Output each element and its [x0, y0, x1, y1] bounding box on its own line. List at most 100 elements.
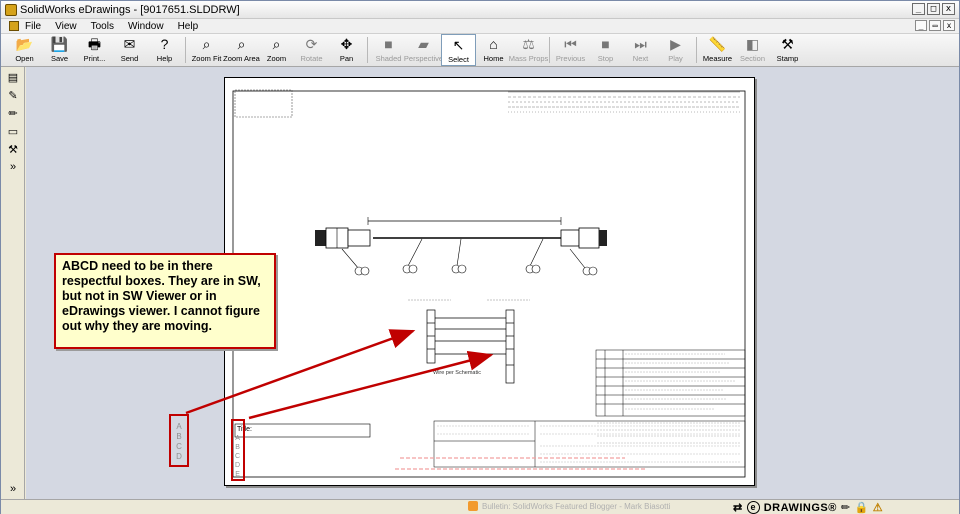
toolbar-separator [185, 37, 186, 63]
main-toolbar: 📂 Open 💾 Save 🖶 Print... ✉ Send? Help ⌕ Zoom Fit ⌕ Z… [1, 34, 959, 67]
save-icon: 💾 [50, 36, 69, 52]
sheets-icon[interactable]: ▤ [5, 70, 21, 84]
measure-icon[interactable]: ▭ [5, 124, 21, 138]
play-button[interactable]: ▶ Play [658, 34, 693, 66]
toolbar-label: Send [120, 54, 139, 63]
close-button[interactable]: x [942, 3, 955, 15]
toolbar-label: Play [668, 54, 683, 63]
doc-restore-button[interactable]: ▭ [929, 20, 941, 31]
toolbar-label: Stop [597, 54, 614, 63]
doc-close-button[interactable]: x [943, 20, 955, 31]
markup-icon[interactable]: ✎ [5, 88, 21, 102]
shaded-icon: ■ [384, 36, 393, 52]
measure-button[interactable]: 📏 Measure [700, 34, 735, 66]
toolbar-label: Shaded [375, 54, 402, 63]
pan-button[interactable]: ✥ Pan [329, 34, 364, 66]
toolbar-label: Section [739, 54, 766, 63]
letter-c: C [176, 442, 182, 451]
solidworks-logo-icon [5, 3, 17, 16]
mass-props-button[interactable]: ⚖ Mass Props [508, 34, 549, 66]
stamp-icon: ⚒ [781, 36, 794, 52]
menu-window[interactable]: Window [128, 21, 164, 32]
bulletin-text: Bulletin: SolidWorks Featured Blogger - … [482, 501, 671, 511]
printer-icon: 🖶 [87, 36, 102, 52]
pan-icon: ✥ [340, 36, 353, 52]
maximize-button[interactable]: □ [927, 3, 940, 15]
pencil-icon[interactable]: ✏ [5, 106, 21, 120]
section-icon: ◧ [745, 36, 760, 52]
toolbar-label: Zoom Fit [191, 54, 222, 63]
letter-a: A [176, 422, 182, 431]
home-button[interactable]: ⌂ Home [476, 34, 511, 66]
toolbar-label: Print... [83, 54, 106, 63]
open-folder-icon: 📂 [15, 36, 34, 52]
toolbar-label: Zoom Area [223, 54, 260, 63]
save-button[interactable]: 💾 Save [42, 34, 77, 66]
stop-icon: ■ [601, 36, 610, 52]
select-button[interactable]: ↖ Select [441, 34, 476, 66]
toolbar-label: Select [448, 55, 469, 64]
play-icon: ▶ [670, 36, 681, 52]
bulletin[interactable]: Bulletin: SolidWorks Featured Blogger - … [468, 501, 670, 511]
letter-d: D [176, 452, 182, 461]
zoom-button[interactable]: ⌕ Zoom [259, 34, 294, 66]
drawing-sheet[interactable]: Title: Wire per Schematic A B C D E [224, 77, 755, 486]
toolbar-label: Stamp [776, 54, 799, 63]
toolbar-label: Home [483, 54, 504, 63]
toolbar-label: Previous [555, 54, 586, 63]
brand-text: DRAWINGS® [763, 501, 837, 514]
toolbar-label: Next [632, 54, 649, 63]
window-title: SolidWorks eDrawings - [9017651.SLDDRW] [20, 3, 240, 16]
zoom-fit-icon: ⌕ [202, 36, 211, 52]
left-toolbar: ▤ ✎ ✏ ▭ ⚒ » » [1, 67, 25, 499]
send-mail-icon: ✉ [123, 36, 136, 52]
document-icon[interactable] [9, 21, 19, 31]
toolbar-label: Save [50, 54, 69, 63]
next-button[interactable]: ⏭ Next [623, 34, 658, 66]
shaded-button[interactable]: ■ Shaded [371, 34, 406, 66]
edrawings-brand: ⇄ e DRAWINGS® ✏ 🔒 ⚠ [733, 501, 883, 514]
previous-button[interactable]: ⏮ Previous [553, 34, 588, 66]
sheet-drawing [232, 89, 746, 478]
lock-icon[interactable]: 🔒 [855, 501, 869, 514]
pencil-icon[interactable]: ✏ [841, 501, 851, 514]
toolbar-label: Mass Props [508, 54, 549, 63]
print-button[interactable]: 🖶 Print... [77, 34, 112, 66]
select-arrow-icon: ↖ [452, 37, 465, 53]
status-bar: Bulletin: SolidWorks Featured Blogger - … [1, 499, 959, 514]
rss-feed-icon [468, 501, 478, 511]
toolbar-label: Help [156, 54, 173, 63]
send-button[interactable]: ✉ Send [112, 34, 147, 66]
toolbar-separator [696, 37, 697, 63]
stop-button[interactable]: ■ Stop [588, 34, 623, 66]
rotate-button[interactable]: ⟳ Rotate [294, 34, 329, 66]
stamp-icon[interactable]: ⚒ [5, 142, 21, 156]
menu-file[interactable]: File [25, 21, 41, 32]
doc-minimize-button[interactable]: _ [915, 20, 927, 31]
section-button[interactable]: ◧ Section [735, 34, 770, 66]
help-button[interactable]: ? Help [147, 34, 182, 66]
perspective-button[interactable]: ▰ Perspective [404, 34, 443, 66]
menu-view[interactable]: View [55, 21, 77, 32]
menu-help[interactable]: Help [178, 21, 199, 32]
warning-icon[interactable]: ⚠ [873, 501, 883, 514]
toolbar-label: Measure [702, 54, 733, 63]
expand-bottom-chevron-icon[interactable]: » [5, 482, 21, 496]
mass-props-icon: ⚖ [522, 36, 535, 52]
stamp-button[interactable]: ⚒ Stamp [770, 34, 805, 66]
zoom-icon: ⌕ [272, 36, 281, 52]
open-button[interactable]: 📂 Open [7, 34, 42, 66]
expand-chevron-icon[interactable]: » [5, 160, 21, 174]
menu-tools[interactable]: Tools [91, 21, 114, 32]
document-window-controls: _ ▭ x [915, 20, 955, 31]
edrawings-window: SolidWorks eDrawings - [9017651.SLDDRW] … [0, 0, 960, 514]
perspective-icon: ▰ [418, 36, 429, 52]
schematic-note: Wire per Schematic [433, 370, 481, 376]
measure-icon: 📏 [708, 36, 727, 52]
title-bar: SolidWorks eDrawings - [9017651.SLDDRW] … [1, 1, 959, 19]
letter-b: B [176, 432, 182, 441]
zoom-fit-button[interactable]: ⌕ Zoom Fit [189, 34, 224, 66]
minimize-button[interactable]: _ [912, 3, 925, 15]
abcd-highlight-box-left: A B C D [169, 414, 189, 467]
zoom-area-button[interactable]: ⌕ Zoom Area [223, 34, 260, 66]
